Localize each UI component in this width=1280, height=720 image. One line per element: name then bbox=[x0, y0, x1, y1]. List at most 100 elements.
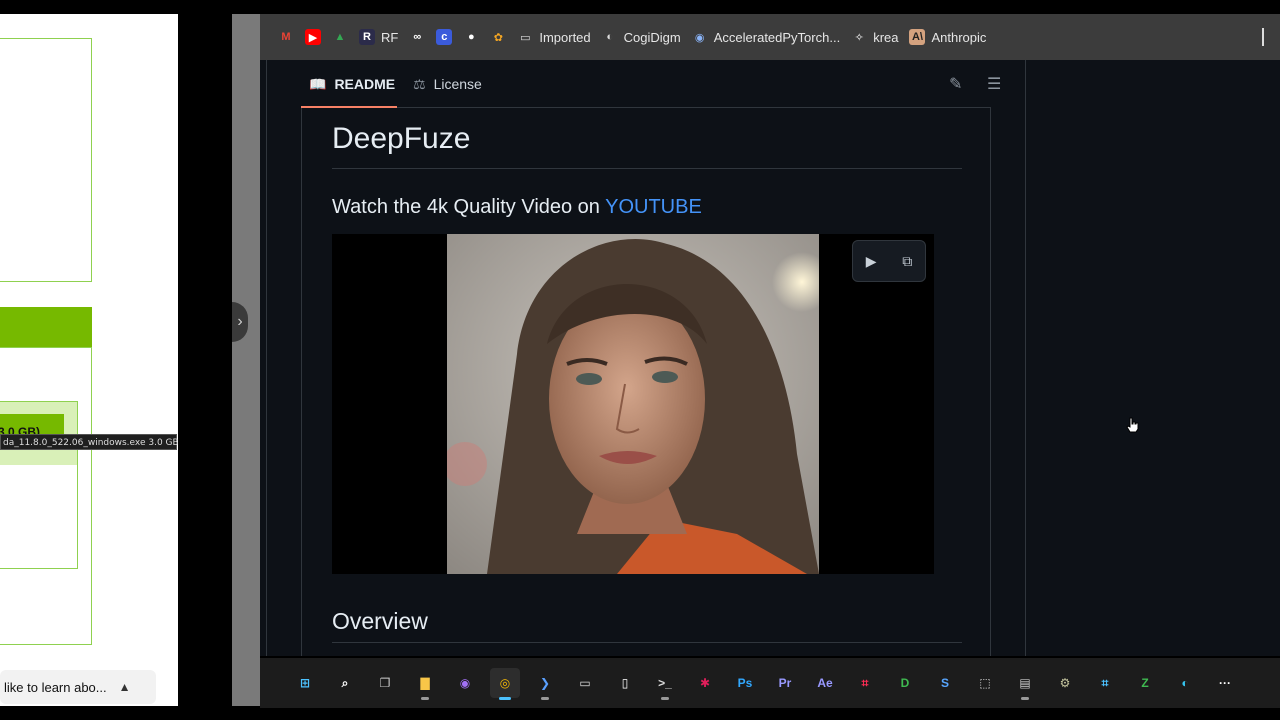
slack-icon: ✱ bbox=[699, 676, 711, 690]
shield-s-icon: S bbox=[940, 676, 949, 690]
taskbar-photoshop[interactable]: Ps bbox=[730, 668, 760, 698]
c-app-icon: c bbox=[436, 29, 453, 45]
more-icon: ··· bbox=[1219, 676, 1231, 690]
tab-readme-label: README bbox=[334, 76, 396, 92]
krea-icon: ✧ bbox=[854, 31, 864, 44]
browser-window: M ▶ ▲ R RF ∞ c ● ✿ ▭ Imported ◐ CogiDigm ◉ Accelerated… bbox=[260, 14, 1280, 656]
store-icon: ▤ bbox=[1019, 676, 1031, 690]
crop-tool-icon: ⌗ bbox=[861, 675, 869, 690]
github-page: 📖 README ⚖ License ✎ ☰ DeepFuze Watch th… bbox=[266, 60, 1280, 656]
taskbar-start[interactable]: ⊞ bbox=[290, 668, 320, 698]
taskbar-after-effects[interactable]: Ae bbox=[810, 668, 840, 698]
photoshop-icon: Ps bbox=[737, 676, 753, 690]
taskbar-premiere[interactable]: Pr bbox=[770, 668, 800, 698]
caret-up-icon[interactable]: ▲ bbox=[119, 680, 131, 694]
readme-content: DeepFuze Watch the 4k Quality Video on Y… bbox=[301, 108, 991, 656]
chrome-icon: ◎ bbox=[499, 676, 511, 690]
shield-d-icon: D bbox=[900, 676, 910, 690]
bookmark-label: AcceleratedPyTorch... bbox=[713, 29, 841, 45]
feedback-prompt[interactable]: like to learn abo... ▲ bbox=[0, 670, 156, 704]
video-controls: ▶ ⧉ bbox=[852, 240, 926, 282]
video-heading-text: Watch the 4k Quality Video on bbox=[332, 196, 606, 218]
bookmark-cogidigm[interactable]: ◐ CogiDigm bbox=[602, 29, 680, 45]
terminal-icon: >_ bbox=[658, 676, 672, 690]
overview-heading: Overview bbox=[332, 608, 428, 634]
download-card-1 bbox=[0, 38, 92, 282]
taskbar-more[interactable]: ··· bbox=[1210, 668, 1240, 698]
bookmark-accelerated-pytorch[interactable]: ◉ AcceleratedPyTorch... bbox=[692, 29, 840, 45]
ollama-icon: ✿ bbox=[493, 31, 503, 44]
list-icon[interactable]: ☰ bbox=[987, 74, 1001, 94]
link-tooltip: da_11.8.0_522.06_windows.exe 3.0 GB bbox=[0, 434, 178, 450]
taskbar-file-explorer[interactable]: ▇ bbox=[410, 668, 440, 700]
file-explorer-icon: ▇ bbox=[420, 676, 430, 690]
chevron-right-icon: › bbox=[237, 313, 243, 330]
bookmark-label: krea bbox=[873, 29, 899, 45]
taskbar-task-view[interactable]: ❐ bbox=[370, 668, 400, 698]
zip-app-icon: Z bbox=[1141, 676, 1149, 690]
tab-readme[interactable]: 📖 README bbox=[309, 60, 395, 108]
bookmark-imported[interactable]: ▭ Imported bbox=[517, 29, 591, 45]
link-icon: ∞ bbox=[413, 31, 422, 43]
running-indicator bbox=[541, 697, 549, 700]
running-indicator bbox=[421, 697, 429, 700]
search-icon: ⌕ bbox=[341, 675, 349, 690]
bookmark-google-drive[interactable]: ▲ bbox=[332, 29, 348, 45]
pencil-icon[interactable]: ✎ bbox=[949, 74, 962, 94]
taskbar-search[interactable]: ⌕ bbox=[330, 668, 360, 698]
youtube-icon: ▶ bbox=[305, 29, 321, 45]
bookmark-rf[interactable]: R RF bbox=[359, 29, 398, 45]
bookmarks-separator bbox=[1262, 28, 1264, 46]
bookmark-krea[interactable]: ✧ krea bbox=[851, 29, 899, 45]
taskbar-slack[interactable]: ✱ bbox=[690, 668, 720, 698]
running-indicator bbox=[1021, 697, 1029, 700]
taskbar-github-desktop[interactable]: ◉ bbox=[450, 668, 480, 698]
taskbar-shield-s[interactable]: S bbox=[930, 668, 960, 698]
title-divider bbox=[332, 168, 962, 169]
tab-license[interactable]: ⚖ License bbox=[413, 60, 482, 108]
taskbar-chrome[interactable]: ◎ bbox=[490, 668, 520, 700]
taskbar-zip-app[interactable]: Z bbox=[1130, 668, 1160, 698]
taskbar-terminal[interactable]: >_ bbox=[650, 668, 680, 700]
taskbar-store[interactable]: ▤ bbox=[1010, 668, 1040, 700]
desktop: 3.0 GB) da_11.8.0_522.06_windows.exe 3.0… bbox=[0, 0, 1280, 720]
taskbar-crop-tool[interactable]: ⌗ bbox=[850, 668, 880, 698]
bookmark-link[interactable]: ∞ bbox=[409, 29, 425, 45]
video-heading: Watch the 4k Quality Video on YOUTUBE bbox=[332, 196, 702, 219]
external-link-icon[interactable]: ⧉ bbox=[902, 253, 912, 270]
book-icon: 📖 bbox=[309, 75, 327, 92]
taskbar-camera[interactable]: ⬚ bbox=[970, 668, 1000, 698]
bookmark-ollama[interactable]: ✿ bbox=[490, 29, 506, 45]
bookmark-anthropic[interactable]: A\ Anthropic bbox=[909, 29, 986, 45]
video-player[interactable]: ▶ ⧉ bbox=[332, 234, 934, 574]
download-header-bar bbox=[0, 307, 92, 347]
github-icon: ● bbox=[468, 31, 475, 43]
taskbar-snip[interactable]: ⌗ bbox=[1090, 668, 1120, 698]
task-view-icon: ❐ bbox=[379, 676, 391, 690]
bookmark-c-app[interactable]: c bbox=[436, 29, 453, 45]
document-icon: ▯ bbox=[621, 676, 629, 690]
taskbar-shield-d[interactable]: D bbox=[890, 668, 920, 698]
bookmark-label: Anthropic bbox=[931, 29, 987, 45]
accelerated-pytorch-icon: ◉ bbox=[694, 31, 705, 44]
youtube-link[interactable]: YOUTUBE bbox=[605, 196, 702, 218]
window-divider bbox=[232, 14, 260, 706]
tab-license-label: License bbox=[433, 76, 482, 92]
bookmark-gmail[interactable]: M bbox=[278, 29, 294, 45]
taskbar-gear-app[interactable]: ⚙ bbox=[1050, 668, 1080, 698]
bookmark-youtube[interactable]: ▶ bbox=[305, 29, 321, 45]
camera-icon: ⬚ bbox=[979, 676, 991, 690]
bookmarks-bar: M ▶ ▲ R RF ∞ c ● ✿ ▭ Imported ◐ CogiDigm ◉ Accelerated… bbox=[260, 14, 1280, 60]
taskbar-window-app[interactable]: ▭ bbox=[570, 668, 600, 698]
github-desktop-icon: ◉ bbox=[459, 676, 471, 690]
feedback-prompt-text: like to learn abo... bbox=[4, 679, 107, 695]
play-icon[interactable]: ▶ bbox=[866, 253, 877, 270]
taskbar-powershell[interactable]: ❯ bbox=[530, 668, 560, 700]
bookmark-github[interactable]: ● bbox=[463, 29, 479, 45]
bookmark-label: RF bbox=[381, 29, 399, 45]
scale-icon: ⚖ bbox=[413, 75, 426, 92]
edge-icon: ◐ bbox=[1181, 676, 1189, 690]
taskbar-edge[interactable]: ◐ bbox=[1170, 668, 1200, 698]
gear-app-icon: ⚙ bbox=[1059, 676, 1071, 690]
taskbar-document[interactable]: ▯ bbox=[610, 668, 640, 698]
